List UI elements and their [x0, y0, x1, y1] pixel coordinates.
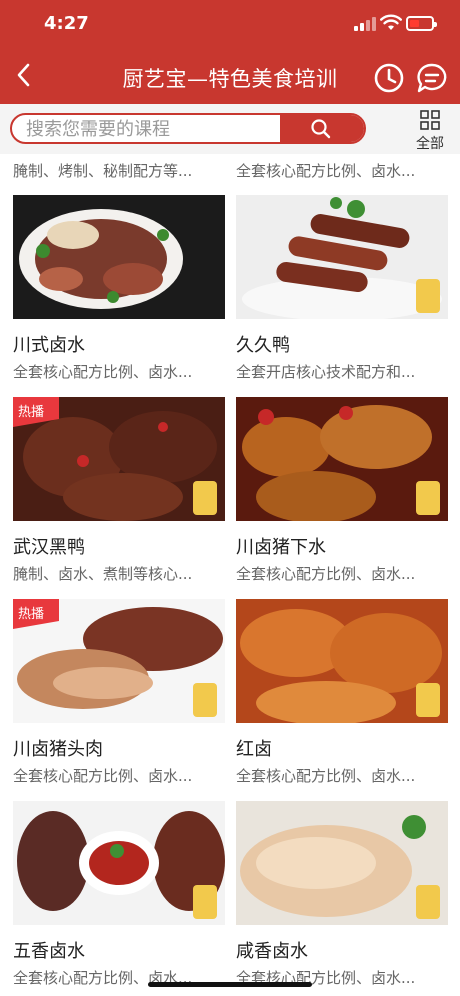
status-bar: 4:27	[0, 0, 460, 50]
course-name: 红卤	[236, 739, 272, 760]
course-card[interactable]: 五香卤水 全套核心配方比例、卤水...	[13, 801, 225, 996]
hot-badge-label: 热播	[18, 405, 44, 420]
course-thumbnail	[13, 801, 225, 925]
search-row: 全部	[0, 104, 460, 154]
course-thumbnail	[236, 599, 448, 723]
nav-bar: 厨艺宝—特色美食培训	[0, 50, 460, 104]
course-card[interactable]: 红卤 全套核心配方比例、卤水...	[236, 599, 448, 799]
hot-badge: 热播	[13, 397, 59, 427]
course-grid: 腌制、烤制、秘制配方等... 全套核心配方比例、卤水... 川式卤水 全套核心配…	[0, 154, 460, 996]
course-name: 川卤猪头肉	[13, 739, 103, 760]
wifi-icon	[380, 14, 402, 30]
course-card[interactable]: 久久鸭 全套开店核心技术配方和...	[236, 195, 448, 395]
top-bar: 4:27 厨艺宝—特色美食培训	[0, 0, 460, 104]
search-icon	[311, 119, 331, 139]
back-icon[interactable]	[12, 60, 36, 90]
search-box	[10, 113, 366, 144]
home-indicator	[148, 982, 312, 987]
course-desc: 全套核心配方比例、卤水...	[236, 767, 416, 785]
partial-course-desc-right: 全套核心配方比例、卤水...	[236, 162, 416, 180]
course-thumbnail	[236, 801, 448, 925]
hot-badge-label: 热播	[18, 607, 44, 622]
course-thumbnail	[236, 397, 448, 521]
course-name: 五香卤水	[13, 941, 85, 962]
course-name: 咸香卤水	[236, 941, 308, 962]
course-desc: 全套核心配方比例、卤水...	[13, 363, 193, 381]
all-categories-button[interactable]: 全部	[406, 108, 454, 152]
course-card[interactable]: 咸香卤水 全套核心配方比例、卤水...	[236, 801, 448, 996]
course-thumbnail	[13, 195, 225, 319]
course-card[interactable]: 热播 川卤猪头肉 全套核心配方比例、卤水...	[13, 599, 225, 799]
partial-course-desc-left: 腌制、烤制、秘制配方等...	[13, 162, 193, 180]
course-card[interactable]: 川卤猪下水 全套核心配方比例、卤水...	[236, 397, 448, 597]
message-icon[interactable]	[416, 62, 448, 94]
search-button[interactable]	[280, 115, 364, 142]
all-label: 全部	[416, 136, 444, 152]
course-desc: 全套核心配方比例、卤水...	[236, 565, 416, 583]
course-desc: 全套开店核心技术配方和...	[236, 363, 416, 381]
course-name: 川式卤水	[13, 335, 85, 356]
signal-icon	[354, 17, 376, 31]
course-desc: 全套核心配方比例、卤水...	[13, 767, 193, 785]
battery-icon	[406, 16, 437, 31]
course-desc: 腌制、卤水、煮制等核心...	[13, 565, 193, 583]
course-card[interactable]: 热播 武汉黑鸭 腌制、卤水、煮制等核心...	[13, 397, 225, 597]
page-title: 厨艺宝—特色美食培训	[122, 67, 338, 91]
status-time: 4:27	[44, 13, 89, 34]
course-thumbnail	[236, 195, 448, 319]
search-input[interactable]	[26, 117, 282, 141]
history-icon[interactable]	[373, 62, 405, 94]
grid-icon	[420, 110, 440, 130]
course-name: 久久鸭	[236, 335, 290, 356]
course-name: 川卤猪下水	[236, 537, 326, 558]
course-card[interactable]: 川式卤水 全套核心配方比例、卤水...	[13, 195, 225, 395]
hot-badge: 热播	[13, 599, 59, 629]
course-name: 武汉黑鸭	[13, 537, 85, 558]
